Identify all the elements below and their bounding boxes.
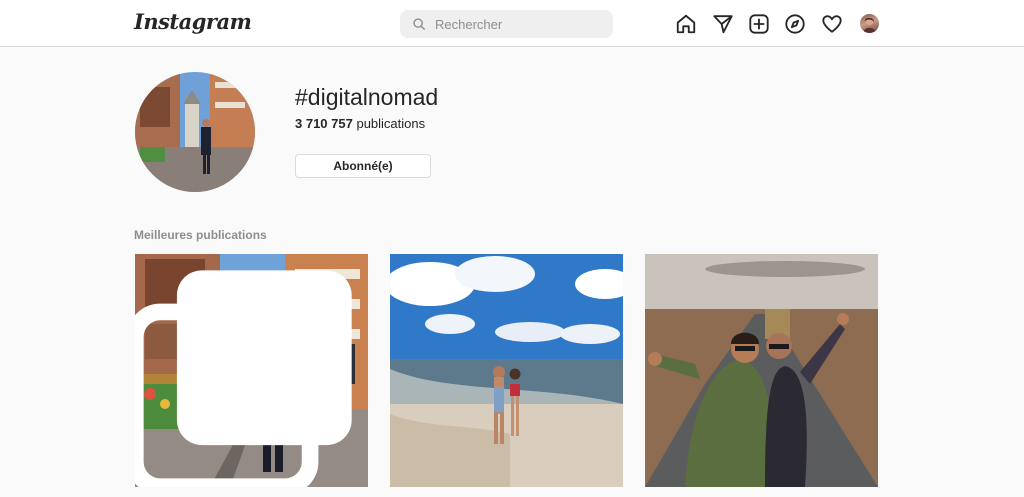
explore-icon[interactable] (784, 13, 806, 35)
activity-heart-icon[interactable] (821, 13, 843, 35)
post-tile[interactable] (645, 254, 878, 487)
posts-count: 3 710 757 publications (295, 116, 425, 131)
top-navigation-bar: Instagram (0, 0, 1024, 47)
posts-count-label: publications (356, 116, 426, 131)
multiple-photos-icon (135, 270, 352, 487)
search-icon (413, 18, 425, 30)
direct-message-icon[interactable] (712, 13, 734, 35)
profile-avatar[interactable] (860, 14, 879, 33)
search-box[interactable] (400, 10, 613, 38)
instagram-logo[interactable]: Instagram (134, 9, 252, 34)
post-tile[interactable] (390, 254, 623, 487)
post-tile[interactable] (135, 254, 368, 487)
top-posts-title: Meilleures publications (134, 228, 267, 242)
hashtag-title: #digitalnomad (295, 84, 439, 110)
hashtag-profile-picture (135, 72, 255, 192)
home-icon[interactable] (675, 13, 697, 35)
follow-button[interactable]: Abonné(e) (295, 154, 431, 178)
posts-count-number: 3 710 757 (295, 116, 353, 131)
search-input[interactable] (435, 16, 595, 32)
new-post-icon[interactable] (748, 13, 770, 35)
